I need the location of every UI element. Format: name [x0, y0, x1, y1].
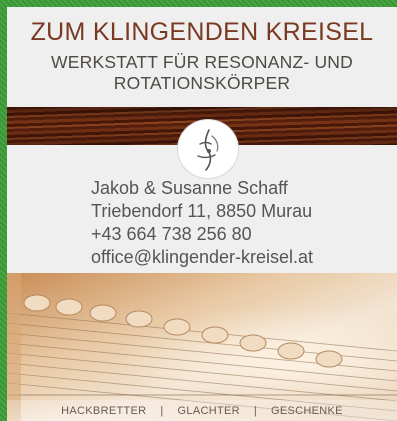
page-subtitle: WERKSTATT FÜR RESONANZ- UND ROTATIONSKÖR… [7, 52, 397, 94]
nav-item-geschenke[interactable]: GESCHENKE [271, 405, 343, 417]
main-nav: HACKBRETTER | GLACHTER | GESCHENKE [7, 400, 397, 421]
contact-address: Triebendorf 11, 8850 Murau [91, 201, 313, 221]
nav-separator: | [160, 404, 164, 417]
spinning-top-logo-icon [177, 119, 239, 179]
page-title: ZUM KLINGENDEN KREISEL [30, 18, 374, 46]
nav-item-glachter[interactable]: GLACHTER [178, 405, 240, 417]
dulcimer-photo: HACKBRETTER | GLACHTER | GESCHENKE [7, 273, 397, 421]
business-card: ZUM KLINGENDEN KREISEL WERKSTATT FÜR RES… [7, 7, 397, 421]
contact-names: Jakob & Susanne Schaff [91, 178, 288, 198]
subtitle-line-1: WERKSTATT FÜR RESONANZ- UND [51, 52, 353, 72]
subtitle-line-2: ROTATIONSKÖRPER [113, 73, 291, 93]
nav-separator: | [253, 404, 258, 417]
nav-item-hackbretter[interactable]: HACKBRETTER [61, 405, 146, 417]
contact-block: Jakob & Susanne Schaff Triebendorf 11, 8… [91, 177, 313, 269]
contact-phone[interactable]: +43 664 738 256 80 [91, 223, 313, 246]
contact-email-link[interactable]: office@klingender-kreisel.at [91, 247, 313, 267]
